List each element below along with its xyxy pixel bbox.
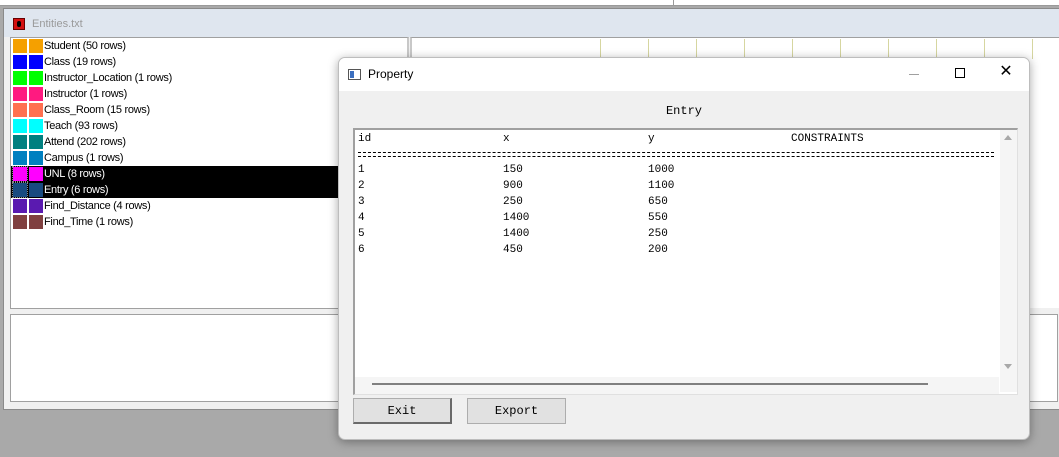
scroll-up-icon[interactable] <box>1004 135 1012 140</box>
color-swatch <box>13 103 27 117</box>
cell-y: 1000 <box>648 164 675 176</box>
list-item-label: Instructor (1 rows) <box>44 88 127 100</box>
scroll-thumb[interactable] <box>372 383 928 385</box>
col-header-x: x <box>503 133 510 145</box>
vertical-scrollbar[interactable] <box>1000 130 1017 392</box>
color-swatch <box>29 119 43 133</box>
color-swatch <box>29 103 43 117</box>
color-swatch <box>12 166 28 182</box>
grid-column-line <box>888 39 889 59</box>
top-strip <box>0 0 1059 6</box>
entities-titlebar[interactable]: Entities.txt <box>4 9 1059 37</box>
list-item-label: Campus (1 rows) <box>44 152 124 164</box>
color-swatch <box>29 87 43 101</box>
scroll-down-icon[interactable] <box>1004 364 1012 369</box>
list-item-label: Instructor_Location (1 rows) <box>44 72 172 84</box>
list-item-label: UNL (8 rows) <box>44 168 105 180</box>
list-item-label: Find_Time (1 rows) <box>44 216 133 228</box>
cell-id: 3 <box>358 196 365 208</box>
list-item-label: Teach (93 rows) <box>44 120 118 132</box>
cell-x: 900 <box>503 180 523 192</box>
grid-column-line <box>600 39 601 59</box>
list-item-label: Find_Distance (4 rows) <box>44 200 151 212</box>
cell-y: 200 <box>648 244 668 256</box>
header-separator <box>358 152 994 157</box>
list-item[interactable]: Student (50 rows) <box>11 38 407 54</box>
color-swatch <box>12 182 28 198</box>
grid-column-line <box>936 39 937 59</box>
color-swatch <box>13 199 27 213</box>
grid-column-line <box>840 39 841 59</box>
property-dialog: Property ✕ Entry id x y CONSTRAINTS 1 150… <box>338 57 1030 440</box>
color-swatch <box>29 167 43 181</box>
color-swatch <box>29 183 43 197</box>
export-button[interactable]: Export <box>467 398 566 424</box>
grid-column-line <box>648 39 649 59</box>
grid-column-line <box>792 39 793 59</box>
color-swatch <box>29 39 43 53</box>
list-item-label: Entry (6 rows) <box>44 184 109 196</box>
cell-x: 250 <box>503 196 523 208</box>
color-swatch <box>13 151 27 165</box>
cell-y: 1100 <box>648 180 675 192</box>
grid-column-line <box>744 39 745 59</box>
color-swatch <box>13 71 27 85</box>
list-item-label: Student (50 rows) <box>44 40 126 52</box>
color-swatch <box>13 215 27 229</box>
color-swatch <box>29 71 43 85</box>
window-icon <box>348 69 361 80</box>
dialog-title: Property <box>368 67 414 81</box>
cell-id: 1 <box>358 164 365 176</box>
entity-name: Entry <box>665 104 702 118</box>
color-swatch <box>13 119 27 133</box>
grid-column-line <box>984 39 985 59</box>
top-strip-divider <box>673 0 674 5</box>
list-item-label: Class (19 rows) <box>44 56 116 68</box>
entities-title: Entities.txt <box>32 18 83 30</box>
list-item-label: Class_Room (15 rows) <box>44 104 150 116</box>
list-item-label: Attend (202 rows) <box>44 136 126 148</box>
color-swatch <box>29 55 43 69</box>
cell-x: 450 <box>503 244 523 256</box>
cell-id: 6 <box>358 244 365 256</box>
horizontal-scrollbar[interactable] <box>355 377 999 394</box>
cell-y: 650 <box>648 196 668 208</box>
cell-id: 4 <box>358 212 365 224</box>
grid-column-line <box>1032 39 1033 59</box>
color-swatch <box>29 151 43 165</box>
color-swatch <box>13 87 27 101</box>
color-swatch <box>13 55 27 69</box>
cell-y: 250 <box>648 228 668 240</box>
cell-x: 1400 <box>503 212 530 224</box>
exit-button[interactable]: Exit <box>353 398 452 424</box>
maximize-button[interactable] <box>955 68 965 78</box>
col-header-constraints: CONSTRAINTS <box>791 133 864 145</box>
cell-x: 1400 <box>503 228 530 240</box>
grid-column-line <box>696 39 697 59</box>
col-header-id: id <box>358 133 372 145</box>
cell-id: 2 <box>358 180 365 192</box>
color-swatch <box>29 199 43 213</box>
app-icon <box>13 18 25 30</box>
data-table[interactable]: id x y CONSTRAINTS 1 150 1000 2 900 1100 3 250 6… <box>353 128 1018 395</box>
color-swatch <box>13 135 27 149</box>
color-swatch <box>29 135 43 149</box>
color-swatch <box>13 39 27 53</box>
dialog-titlebar[interactable]: Property ✕ <box>339 58 1029 91</box>
minimize-button[interactable] <box>909 62 919 75</box>
cell-x: 150 <box>503 164 523 176</box>
cell-y: 550 <box>648 212 668 224</box>
color-swatch <box>29 215 43 229</box>
close-button[interactable]: ✕ <box>998 64 1014 80</box>
cell-id: 5 <box>358 228 365 240</box>
col-header-y: y <box>648 133 655 145</box>
